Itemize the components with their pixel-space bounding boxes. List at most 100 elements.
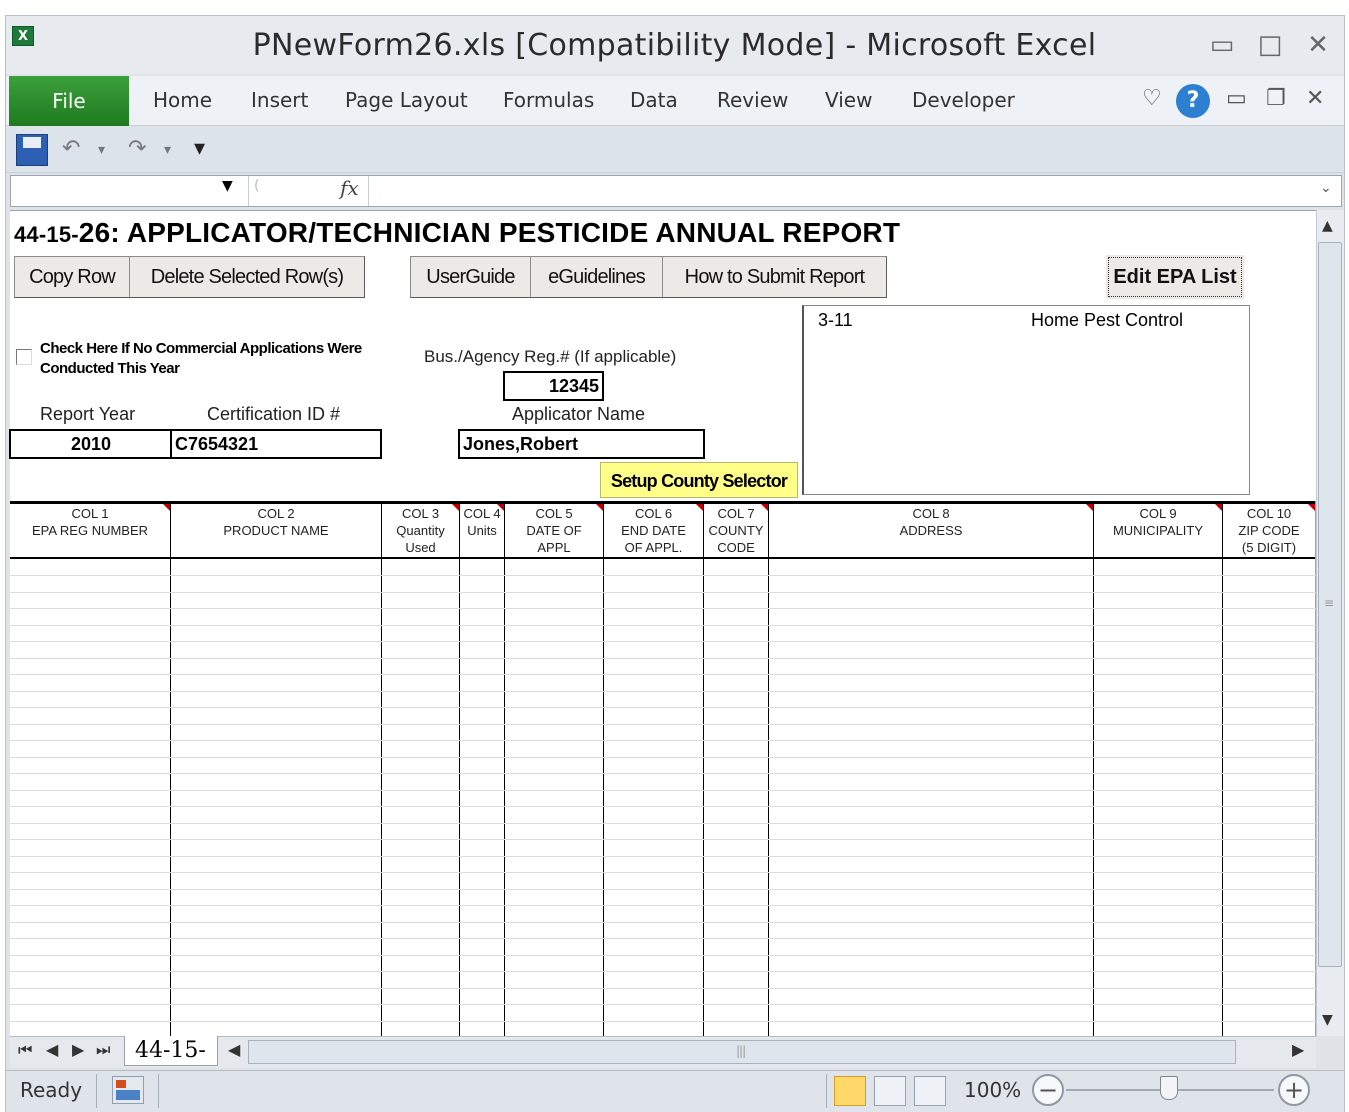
col-name: COUNTY CODE xyxy=(708,523,764,555)
tab-developer[interactable]: Developer xyxy=(912,88,1015,112)
prev-sheet-icon[interactable]: ◀ xyxy=(46,1040,58,1059)
table-row-line xyxy=(10,691,1316,692)
col-header-8: COL 8 ADDRESS xyxy=(769,505,1093,557)
tab-page-layout[interactable]: Page Layout xyxy=(345,88,468,112)
cert-id-field[interactable]: C7654321 xyxy=(170,429,382,459)
county-list-code[interactable]: 3-11 xyxy=(818,310,853,331)
comment-marker[interactable] xyxy=(696,504,703,511)
workbook-close-icon[interactable]: ✕ xyxy=(1306,86,1324,111)
col-number: COL 3 xyxy=(401,506,440,521)
col-name: Units xyxy=(467,523,497,538)
name-box-divider xyxy=(248,176,249,206)
table-row-line xyxy=(10,806,1316,807)
col-number: COL 8 xyxy=(912,506,950,521)
workbook-minimize-icon[interactable]: ▭ xyxy=(1226,86,1247,111)
copy-row-button[interactable]: Copy Row xyxy=(14,256,130,298)
delete-rows-button[interactable]: Delete Selected Row(s) xyxy=(129,256,365,298)
maximize-icon[interactable]: □ xyxy=(1252,30,1288,60)
zoom-slider-thumb[interactable] xyxy=(1160,1076,1178,1100)
minimize-icon[interactable]: ▭ xyxy=(1204,30,1240,60)
help-icon[interactable]: ? xyxy=(1176,84,1210,118)
col-number: COL 2 xyxy=(257,506,295,521)
how-to-submit-button[interactable]: How to Submit Report xyxy=(662,256,887,298)
report-year-field[interactable]: 2010 xyxy=(9,429,173,459)
col-name: MUNICIPALITY xyxy=(1112,523,1204,538)
col-number: COL 5 xyxy=(535,506,573,521)
table-row-line xyxy=(10,575,1316,576)
comment-marker[interactable] xyxy=(596,504,603,511)
hscroll-right-icon[interactable]: ▶ xyxy=(1292,1040,1304,1059)
name-box-dropdown-icon[interactable]: ▼ xyxy=(222,178,233,194)
next-sheet-icon[interactable]: ▶ xyxy=(72,1040,84,1059)
user-guide-button[interactable]: UserGuide xyxy=(410,256,531,298)
name-box[interactable] xyxy=(14,178,224,204)
comment-marker[interactable] xyxy=(452,504,459,511)
col-header-10: COL 10 ZIP CODE (5 DIGIT) xyxy=(1223,505,1315,557)
save-icon[interactable] xyxy=(16,134,48,166)
col-number: COL 1 xyxy=(71,506,109,521)
comment-marker[interactable] xyxy=(1215,504,1222,511)
col-header-4: COL 4 Units xyxy=(460,505,504,557)
macro-record-icon[interactable] xyxy=(112,1076,144,1104)
first-sheet-icon[interactable]: ⏮ xyxy=(18,1040,32,1060)
undo-icon[interactable]: ↶ xyxy=(62,136,80,161)
comment-marker[interactable] xyxy=(163,504,170,511)
comment-marker[interactable] xyxy=(497,504,504,511)
comment-marker[interactable] xyxy=(1308,504,1315,511)
page-break-view-icon[interactable] xyxy=(914,1076,946,1106)
setup-county-selector-button[interactable]: Setup County Selector xyxy=(600,462,798,498)
col-header-3: COL 3 Quantity Used xyxy=(382,505,459,557)
normal-view-icon[interactable] xyxy=(834,1076,866,1106)
table-row-line xyxy=(10,641,1316,642)
zoom-level[interactable]: 100% xyxy=(964,1078,1021,1102)
expand-formula-icon[interactable]: ⌄ xyxy=(1320,180,1332,196)
scroll-down-icon[interactable]: ▼ xyxy=(1322,1012,1333,1028)
tab-home[interactable]: Home xyxy=(153,88,212,112)
col-header-5: COL 5 DATE OF APPL xyxy=(505,505,603,557)
sheet-tab[interactable]: 44-15- xyxy=(124,1036,218,1066)
workbook-restore-icon[interactable]: ❐ xyxy=(1266,86,1286,111)
col-header-6: COL 6 END DATE OF APPL. xyxy=(604,505,703,557)
scroll-up-icon[interactable]: ▲ xyxy=(1322,218,1333,234)
comment-marker[interactable] xyxy=(761,504,768,511)
applicator-name-field[interactable]: Jones,Robert xyxy=(458,429,705,459)
hscroll-left-icon[interactable]: ◀ xyxy=(228,1040,240,1059)
undo-dropdown-icon[interactable]: ▾ xyxy=(98,142,105,158)
insert-function-icon[interactable]: fx xyxy=(340,176,359,200)
last-sheet-icon[interactable]: ⏭ xyxy=(96,1040,110,1060)
title-number: 26 xyxy=(78,217,111,248)
col-name: ADDRESS xyxy=(899,523,963,538)
county-list-box[interactable] xyxy=(802,305,1250,495)
tab-review[interactable]: Review xyxy=(717,88,788,112)
status-ready: Ready xyxy=(20,1078,83,1102)
tab-insert[interactable]: Insert xyxy=(251,88,308,112)
tab-file[interactable]: File xyxy=(9,76,129,126)
table-row-line xyxy=(10,592,1316,593)
status-bar xyxy=(6,1070,1344,1112)
tab-data[interactable]: Data xyxy=(630,88,678,112)
tab-view[interactable]: View xyxy=(825,88,872,112)
zoom-out-icon[interactable]: − xyxy=(1032,1074,1064,1106)
table-row-line xyxy=(10,658,1316,659)
table-row-line xyxy=(10,757,1316,758)
zoom-in-icon[interactable]: + xyxy=(1278,1074,1310,1106)
page-layout-view-icon[interactable] xyxy=(874,1076,906,1106)
ribbon-collapse-icon[interactable]: ♡ xyxy=(1142,86,1162,111)
table-row-line xyxy=(10,905,1316,906)
formula-input[interactable] xyxy=(374,178,1314,204)
close-icon[interactable]: ✕ xyxy=(1300,30,1336,60)
tab-formulas[interactable]: Formulas xyxy=(503,88,594,112)
bus-reg-field[interactable]: 12345 xyxy=(503,371,604,401)
eguidelines-button[interactable]: eGuidelines xyxy=(530,256,663,298)
report-year-label: Report Year xyxy=(40,404,136,424)
edit-epa-list-button[interactable]: Edit EPA List xyxy=(1106,255,1244,299)
redo-dropdown-icon[interactable]: ▾ xyxy=(164,142,171,158)
table-row-line xyxy=(10,724,1316,725)
bus-reg-label: Bus./Agency Reg.# (If applicable) xyxy=(424,347,677,366)
customize-qat-icon[interactable]: ▾ xyxy=(194,136,205,161)
redo-icon[interactable]: ↷ xyxy=(128,136,146,161)
comment-marker[interactable] xyxy=(1086,504,1093,511)
county-list-name[interactable]: Home Pest Control xyxy=(1031,310,1183,331)
no-commercial-checkbox[interactable] xyxy=(16,349,32,365)
status-divider xyxy=(826,1074,827,1108)
